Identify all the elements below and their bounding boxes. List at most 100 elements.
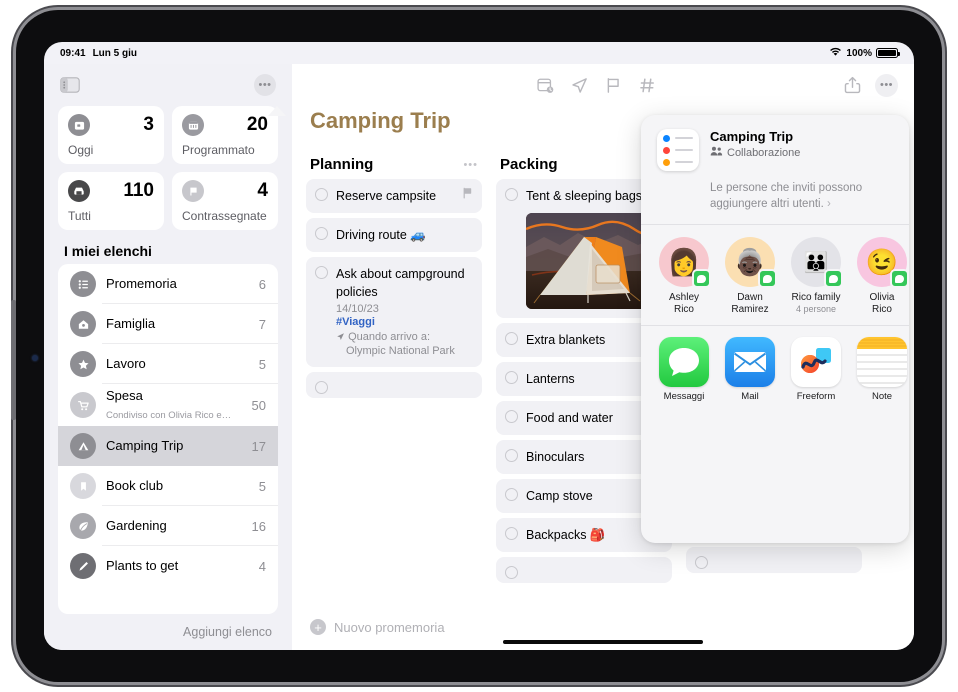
popover-title: Camping Trip [710, 129, 794, 144]
contacts-row: 👩 Ashley Rico 👵🏿 Dawn Ramirez 👪 Rico fam… [641, 225, 909, 325]
column-title: Planning [310, 156, 374, 173]
share-target-note[interactable]: Note [855, 337, 909, 403]
reminders-app-icon [657, 129, 699, 171]
list-name: Plants to get [106, 558, 179, 573]
contact-name-line1: Ashley [668, 292, 699, 304]
list-count: 16 [251, 518, 266, 534]
popover-subtitle: Collaborazione [727, 146, 801, 159]
task-checkbox[interactable] [505, 488, 518, 501]
sidebar-item-book-club[interactable]: Book club 5 [58, 466, 278, 506]
sidebar-item-gardening[interactable]: Gardening 16 [58, 506, 278, 546]
popover-header: Camping Trip Collaborazione [641, 115, 909, 171]
share-target-messaggi[interactable]: Messaggi [657, 337, 711, 403]
popover-subtitle-row: Collaborazione [710, 146, 800, 159]
task-row-empty[interactable] [496, 557, 672, 583]
contact-item[interactable]: 😉 Olivia Rico [855, 237, 909, 315]
task-title: Driving route 🚙 [336, 228, 426, 242]
sidebar-item-plants-to-get[interactable]: Plants to get 4 [58, 546, 278, 586]
task-row[interactable]: Driving route 🚙 [306, 218, 482, 252]
task-checkbox[interactable] [505, 527, 518, 540]
my-lists-heading: I miei elenchi [64, 243, 152, 259]
chevron-right-icon[interactable]: › [827, 198, 831, 210]
sidebar-item-lavoro[interactable]: Lavoro 5 [58, 344, 278, 384]
location-arrow-icon[interactable] [562, 70, 596, 100]
task-checkbox[interactable] [505, 566, 518, 579]
task-row-empty[interactable] [686, 547, 862, 573]
counter-label: Contrassegnate [182, 209, 267, 223]
battery-icon [876, 48, 900, 58]
counter-label: Oggi [68, 143, 94, 157]
task-checkbox[interactable] [315, 188, 328, 201]
task-checkbox[interactable] [505, 449, 518, 462]
task-checkbox[interactable] [315, 227, 328, 240]
task-checkbox[interactable] [315, 266, 328, 279]
all-inbox-icon [68, 180, 90, 202]
list-count: 6 [258, 276, 266, 292]
sidebar-more-icon[interactable]: ••• [254, 74, 276, 96]
sidebar-toolbar: ••• [44, 64, 292, 106]
contact-subtitle: 4 persone [795, 303, 837, 314]
task-tag[interactable]: #Viaggi [336, 316, 473, 328]
counter-card-scheduled[interactable]: 20 Programmato [172, 106, 278, 164]
sidebar-item-promemoria[interactable]: Promemoria 6 [58, 264, 278, 304]
calendar-clock-icon[interactable] [528, 70, 562, 100]
contact-item[interactable]: 👩 Ashley Rico [657, 237, 711, 315]
counter-card-today[interactable]: 3 Oggi [58, 106, 164, 164]
column-menu-icon[interactable]: ••• [463, 159, 478, 171]
avatar: 😉 [857, 237, 909, 289]
hashtag-icon[interactable] [630, 70, 664, 100]
task-location: Quando arrivo a: Olympic National Park [336, 330, 473, 359]
task-title: Extra blankets [526, 333, 606, 347]
list-name: Lavoro [106, 356, 146, 371]
add-list-button[interactable]: Aggiungi elenco [44, 614, 292, 650]
messages-badge-icon [758, 269, 777, 289]
task-checkbox[interactable] [315, 380, 328, 394]
task-title: Binoculars [526, 450, 585, 464]
task-title: Food and water [526, 411, 613, 425]
share-target-freeform[interactable]: Freeform [789, 337, 843, 403]
task-checkbox[interactable] [505, 371, 518, 384]
list-count: 4 [258, 558, 266, 574]
leaf-icon [70, 513, 96, 539]
flag-icon[interactable] [596, 70, 630, 100]
list-name: Book club [106, 478, 164, 493]
task-checkbox[interactable] [505, 332, 518, 345]
task-checkbox[interactable] [505, 410, 518, 423]
column-header: Planning ••• [306, 156, 482, 179]
contact-name-line2: Ramirez [731, 303, 769, 315]
sidebar-item-spesa[interactable]: Spesa Condiviso con Olivia Rico e… 50 [58, 384, 278, 426]
share-target-mail[interactable]: Mail [723, 337, 777, 403]
app-label: Mail [741, 391, 759, 403]
status-bar-left: 09:41 Lun 5 giu [60, 48, 137, 59]
list-count: 50 [251, 397, 266, 413]
task-checkbox[interactable] [695, 556, 708, 569]
task-row-empty[interactable] [306, 371, 482, 398]
task-row[interactable]: Ask about campground policies 14/10/23 #… [306, 257, 482, 367]
list-count: 5 [258, 478, 266, 494]
power-button[interactable] [11, 300, 16, 420]
counter-card-all[interactable]: 110 Tutti [58, 172, 164, 230]
plus-circle-icon[interactable]: + [310, 619, 326, 635]
app-label: Freeform [796, 391, 836, 403]
contact-item[interactable]: 👵🏿 Dawn Ramirez [723, 237, 777, 315]
home-indicator[interactable] [503, 640, 703, 644]
popover-description[interactable]: Le persone che inviti possono aggiungere… [641, 171, 909, 224]
task-checkbox[interactable] [505, 188, 518, 201]
counter-label: Tutti [68, 209, 91, 223]
contact-item[interactable]: 👪 Rico family 4 persone [789, 237, 843, 315]
front-camera [32, 355, 38, 361]
sidebar-item-famiglia[interactable]: Famiglia 7 [58, 304, 278, 344]
counter-card-flagged[interactable]: 4 Contrassegnate [172, 172, 278, 230]
bookmark-icon [70, 473, 96, 499]
share-icon[interactable] [835, 70, 869, 100]
add-list-label: Aggiungi elenco [183, 625, 272, 639]
task-row[interactable]: Reserve campsite [306, 179, 482, 213]
cart-icon [70, 392, 96, 418]
avatar: 👵🏿 [725, 237, 777, 289]
column-planning: Planning ••• Reserve campsite Driving ro… [306, 156, 482, 604]
sidebar-toggle-icon[interactable] [60, 77, 80, 93]
sidebar-item-camping-trip[interactable]: Camping Trip 17 [58, 426, 278, 466]
today-calendar-icon [68, 114, 90, 136]
task-title: Tent & sleeping bags [526, 189, 643, 203]
ellipsis-circle-icon[interactable]: ••• [875, 73, 898, 97]
